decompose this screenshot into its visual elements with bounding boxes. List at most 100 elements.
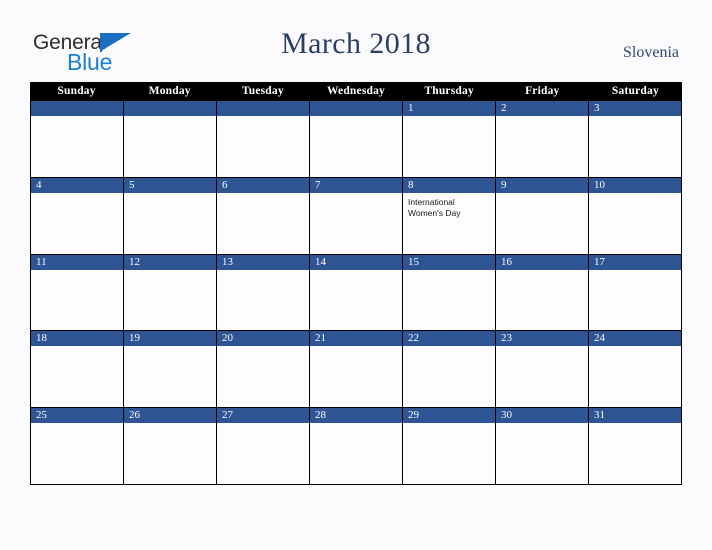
day-cell[interactable]: 13	[217, 254, 310, 332]
day-number	[217, 101, 309, 116]
day-cell[interactable]: 30	[496, 408, 589, 485]
day-cell[interactable]: 4	[31, 177, 124, 255]
day-cell[interactable]	[217, 101, 310, 178]
day-number: 24	[589, 331, 681, 347]
day-number: 10	[589, 177, 681, 193]
day-cell[interactable]: 1	[403, 101, 496, 178]
day-cell[interactable]: 8 International Women's Day	[403, 177, 496, 255]
day-number: 8	[403, 177, 495, 193]
day-cell[interactable]: 14	[310, 254, 403, 332]
day-cell[interactable]: 10	[589, 177, 682, 255]
day-number: 5	[124, 177, 216, 193]
day-cell[interactable]: 3	[589, 101, 682, 178]
day-cell[interactable]: 6	[217, 177, 310, 255]
day-body	[589, 270, 681, 331]
day-body	[310, 116, 402, 177]
day-body	[310, 193, 402, 254]
day-number: 11	[31, 254, 123, 270]
day-number: 13	[217, 254, 309, 270]
day-number	[31, 101, 123, 116]
day-body	[217, 423, 309, 484]
day-number: 23	[496, 331, 588, 347]
day-number: 7	[310, 177, 402, 193]
day-cell[interactable]: 22	[403, 331, 496, 409]
day-body	[310, 346, 402, 407]
day-cell[interactable]: 25	[31, 408, 124, 485]
day-number: 17	[589, 254, 681, 270]
day-body	[31, 346, 123, 407]
weekday-header-row: Sunday Monday Tuesday Wednesday Thursday…	[30, 82, 682, 100]
day-cell[interactable]: 5	[124, 177, 217, 255]
day-body	[496, 423, 588, 484]
day-cell[interactable]: 29	[403, 408, 496, 485]
day-cell[interactable]	[310, 101, 403, 178]
day-body	[31, 193, 123, 254]
calendar-week-row: 25 26 27 28 29 30 31	[31, 408, 682, 485]
weekday-header-thursday: Thursday	[424, 85, 474, 97]
day-cell[interactable]: 24	[589, 331, 682, 409]
calendar-weeks: 1 2 3 4 5 6 7 8 International Women's Da…	[30, 100, 682, 485]
weekday-header-tuesday: Tuesday	[241, 85, 284, 97]
day-cell[interactable]: 27	[217, 408, 310, 485]
day-cell[interactable]: 20	[217, 331, 310, 409]
day-cell[interactable]: 11	[31, 254, 124, 332]
day-cell[interactable]	[124, 101, 217, 178]
day-body	[496, 270, 588, 331]
day-number: 6	[217, 177, 309, 193]
day-number: 12	[124, 254, 216, 270]
calendar-week-row: 11 12 13 14 15 16 17	[31, 254, 682, 332]
day-number: 1	[403, 101, 495, 116]
weekday-header-monday: Monday	[148, 85, 191, 97]
calendar-week-row: 1 2 3	[31, 101, 682, 178]
day-cell[interactable]: 17	[589, 254, 682, 332]
day-number: 20	[217, 331, 309, 347]
day-cell[interactable]: 18	[31, 331, 124, 409]
page-header: General Blue March 2018 Slovenia	[0, 0, 712, 82]
day-body	[124, 270, 216, 331]
day-cell[interactable]: 19	[124, 331, 217, 409]
day-body	[496, 116, 588, 177]
day-body	[496, 193, 588, 254]
day-number: 14	[310, 254, 402, 270]
day-number: 9	[496, 177, 588, 193]
day-cell[interactable]: 21	[310, 331, 403, 409]
day-body	[403, 116, 495, 177]
day-body: International Women's Day	[403, 193, 495, 254]
day-number	[124, 101, 216, 116]
weekday-header-friday: Friday	[525, 85, 560, 97]
day-number: 30	[496, 408, 588, 424]
region-label: Slovenia	[623, 44, 679, 61]
day-cell[interactable]: 15	[403, 254, 496, 332]
day-number: 19	[124, 331, 216, 347]
day-body	[31, 116, 123, 177]
day-number: 28	[310, 408, 402, 424]
day-cell[interactable]: 31	[589, 408, 682, 485]
day-body	[124, 346, 216, 407]
day-cell[interactable]: 16	[496, 254, 589, 332]
weekday-header-saturday: Saturday	[611, 85, 659, 97]
day-number: 2	[496, 101, 588, 116]
weekday-header-wednesday: Wednesday	[326, 85, 386, 97]
day-number: 4	[31, 177, 123, 193]
day-cell[interactable]: 26	[124, 408, 217, 485]
day-cell[interactable]: 9	[496, 177, 589, 255]
day-body	[589, 423, 681, 484]
day-cell[interactable]: 23	[496, 331, 589, 409]
day-number: 26	[124, 408, 216, 424]
calendar-grid: Sunday Monday Tuesday Wednesday Thursday…	[30, 82, 682, 485]
day-cell[interactable]: 2	[496, 101, 589, 178]
day-body	[31, 423, 123, 484]
day-body	[124, 193, 216, 254]
day-body	[496, 346, 588, 407]
day-cell[interactable]	[31, 101, 124, 178]
day-number: 18	[31, 331, 123, 347]
day-cell[interactable]: 12	[124, 254, 217, 332]
day-cell[interactable]: 28	[310, 408, 403, 485]
calendar-page: General Blue March 2018 Slovenia Sunday …	[0, 0, 712, 550]
calendar-week-row: 4 5 6 7 8 International Women's Day 9 10	[31, 177, 682, 255]
day-cell[interactable]: 7	[310, 177, 403, 255]
day-body	[589, 193, 681, 254]
day-number: 31	[589, 408, 681, 424]
day-number: 3	[589, 101, 681, 116]
day-number: 25	[31, 408, 123, 424]
